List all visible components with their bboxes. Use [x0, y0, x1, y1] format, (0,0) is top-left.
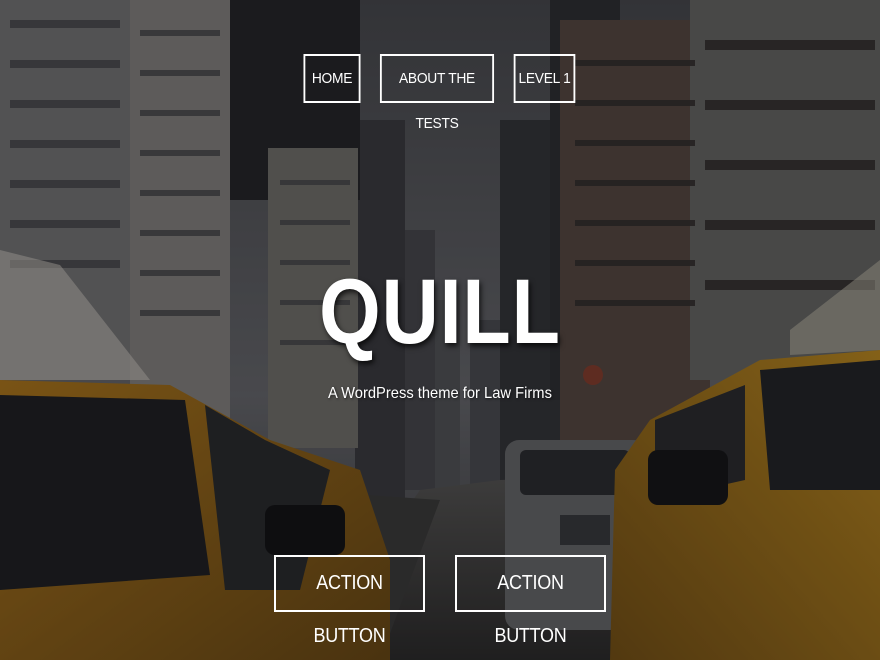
nav-level-1-link[interactable]: LEVEL 1	[513, 54, 575, 103]
hero-section: HOME ABOUT THE TESTS LEVEL 1 QUILL A Wor…	[0, 0, 880, 660]
nav-home-link[interactable]: HOME	[302, 54, 361, 103]
action-button-primary[interactable]: ACTION BUTTON	[274, 555, 425, 647]
site-title: QUILL	[319, 261, 561, 363]
main-navigation: HOME ABOUT THE TESTS LEVEL 1	[0, 54, 879, 132]
action-button-secondary[interactable]: ACTION BUTTON	[455, 555, 606, 647]
site-tagline: A WordPress theme for Law Firms	[328, 385, 552, 402]
hero-actions: ACTION BUTTON ACTION BUTTON	[0, 555, 880, 647]
action-button-primary-label: ACTION BUTTON	[313, 572, 386, 647]
action-button-secondary-label: ACTION BUTTON	[494, 572, 567, 647]
nav-about-the-tests-link[interactable]: ABOUT THE TESTS	[379, 54, 494, 132]
